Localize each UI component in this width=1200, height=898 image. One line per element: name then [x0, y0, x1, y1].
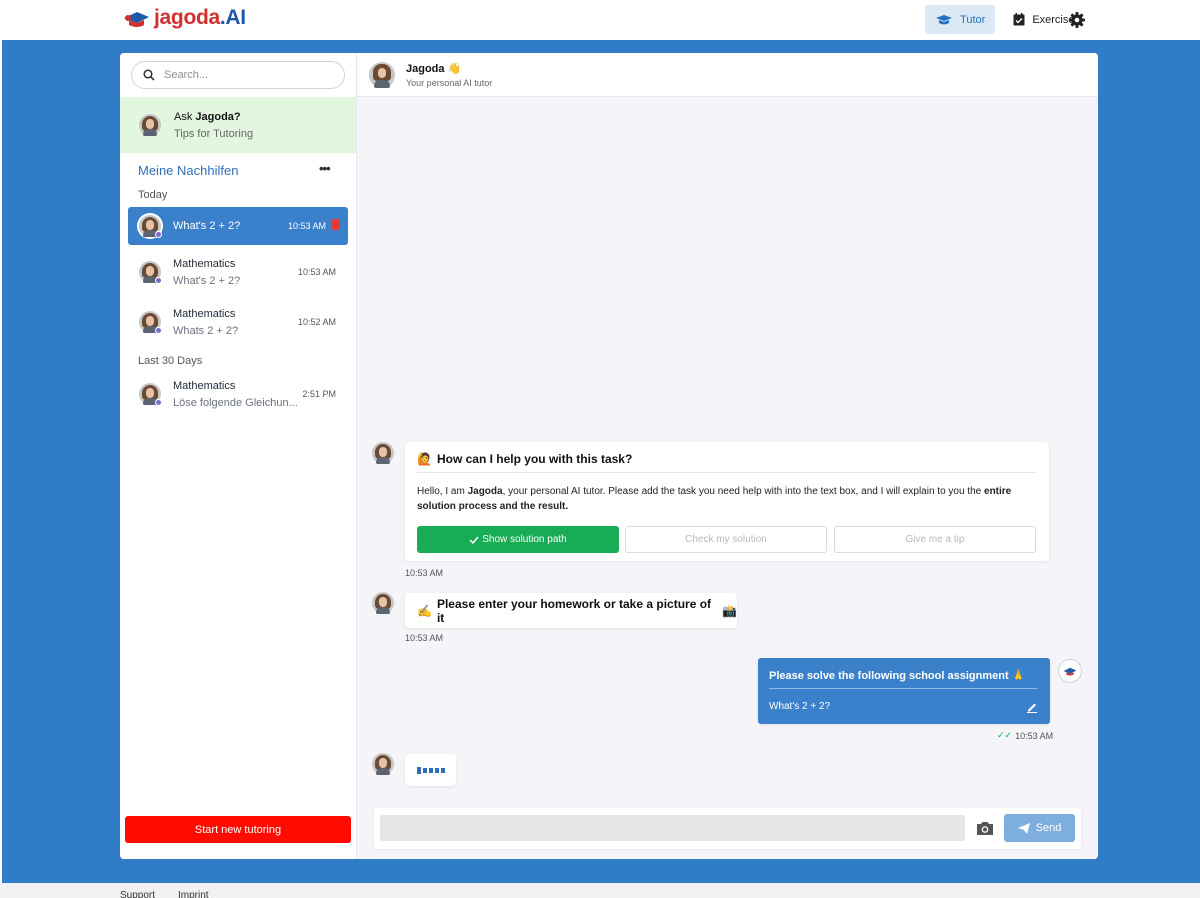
group-label-last-30-days: Last 30 Days — [138, 355, 203, 367]
ask-subtitle: Tips for Tutoring — [174, 127, 254, 140]
section-title: Meine Nachhilfen — [138, 163, 239, 178]
footer: Support Imprint — [0, 883, 1200, 898]
chat-header-name: Jagoda 👋 — [406, 62, 462, 75]
send-button[interactable]: Send — [1004, 814, 1075, 842]
message-title: 🙋 How can I help you with this task? — [417, 452, 633, 466]
group-label-today: Today — [138, 189, 168, 201]
footer-support-link[interactable]: Support — [120, 890, 155, 898]
footer-imprint-link[interactable]: Imprint — [178, 890, 209, 898]
tutor-avatar — [139, 114, 161, 136]
tutor-message: 🙋 How can I help you with this task? Hel… — [405, 442, 1049, 561]
edit-pencil-icon[interactable] — [1026, 701, 1038, 713]
user-avatar-logo-icon — [1058, 659, 1082, 683]
message-time: 10:53 AM — [405, 568, 444, 578]
conversation-item[interactable]: Mathematics What's 2 + 2? 10:53 AM — [128, 253, 348, 291]
conversation-subtitle: What's 2 + 2? — [173, 274, 241, 287]
search-input[interactable] — [164, 69, 324, 81]
camera-emoji-icon: 📸 — [722, 603, 737, 618]
brand-logo[interactable]: jagoda.AI — [122, 4, 246, 32]
tutor-avatar — [372, 592, 394, 614]
divider — [769, 688, 1037, 689]
message-composer: Send — [374, 808, 1081, 849]
start-new-tutoring-button[interactable]: Start new tutoring — [125, 816, 351, 843]
conversation-item[interactable]: Mathematics Löse folgende Gleichun... 2:… — [128, 375, 348, 413]
graduation-cap-icon — [936, 14, 953, 24]
more-options-icon[interactable]: ••• — [319, 161, 331, 176]
raised-hand-emoji-icon: 🙋 — [417, 452, 432, 466]
folded-hands-emoji-icon: 🙏 — [1011, 670, 1026, 682]
conversation-time: 10:53 AM — [297, 267, 336, 277]
main-nav: Tutor Exercises — [925, 5, 1090, 34]
calendar-check-icon — [1013, 13, 1025, 26]
conversation-subtitle: Löse folgende Gleichun... — [173, 396, 298, 409]
user-message: Please solve the following school assign… — [758, 658, 1050, 724]
message-input[interactable] — [380, 815, 965, 841]
conversation-item[interactable]: Mathematics Whats 2 + 2? 10:52 AM — [128, 303, 348, 341]
check-my-solution-button[interactable]: Check my solution — [625, 526, 827, 553]
settings-gear-icon[interactable] — [1068, 11, 1086, 29]
tutor-avatar — [139, 311, 162, 334]
conversation-time: 10:52 AM — [297, 317, 336, 327]
camera-icon[interactable] — [976, 820, 994, 836]
conversation-time: 10:53 AM — [287, 221, 326, 231]
read-receipt: ✓✓ 10:53 AM — [997, 730, 1054, 741]
user-message-text: What's 2 + 2? — [769, 701, 831, 712]
nav-tutor[interactable]: Tutor — [925, 5, 996, 34]
tutor-avatar — [369, 61, 395, 88]
tutor-avatar — [139, 215, 162, 238]
sidebar: Ask Jagoda? Tips for Tutoring Meine Nach… — [120, 53, 357, 859]
show-solution-path-button[interactable]: Show solution path — [417, 526, 619, 553]
wave-emoji-icon: 👋 — [447, 62, 462, 75]
conversation-time: 2:51 PM — [302, 389, 336, 399]
chat-panel: Jagoda 👋 Your personal AI tutor 🙋 How ca… — [357, 53, 1098, 859]
check-icon — [469, 536, 479, 544]
graduation-cap-logo-icon — [124, 12, 149, 27]
tutor-avatar — [372, 753, 394, 775]
message-body: Hello, I am Jagoda, your personal AI tut… — [417, 486, 1012, 512]
top-bar: jagoda.AI Tutor Exercises — [0, 0, 1200, 40]
tutor-avatar — [372, 442, 394, 464]
conversation-subtitle: Whats 2 + 2? — [173, 324, 239, 337]
brand-name: jagoda.AI — [154, 6, 246, 29]
give-me-a-tip-button[interactable]: Give me a tip — [834, 526, 1036, 553]
paper-plane-icon — [1017, 822, 1030, 834]
ask-title: Ask Jagoda? — [174, 110, 241, 123]
tutor-avatar — [139, 261, 162, 284]
tutor-message: ✍️ Please enter your homework or take a … — [405, 593, 737, 628]
app-card: Ask Jagoda? Tips for Tutoring Meine Nach… — [120, 53, 1098, 859]
conversation-item-active[interactable]: What's 2 + 2? 10:53 AM — [128, 207, 348, 245]
ask-jagoda-item[interactable]: Ask Jagoda? Tips for Tutoring — [120, 97, 356, 153]
delete-trash-icon[interactable] — [332, 219, 340, 230]
writing-hand-emoji-icon: ✍️ — [417, 603, 432, 618]
double-check-icon: ✓✓ — [997, 730, 1013, 740]
tutor-avatar — [139, 383, 162, 406]
divider — [417, 472, 1037, 473]
chat-header: Jagoda 👋 Your personal AI tutor — [357, 53, 1098, 97]
typing-indicator — [405, 754, 456, 786]
user-message-title: Please solve the following school assign… — [769, 670, 1026, 682]
search-icon — [143, 69, 155, 81]
search-box — [131, 61, 345, 89]
chat-header-subtitle: Your personal AI tutor — [406, 77, 493, 88]
message-time: 10:53 AM — [405, 633, 444, 643]
